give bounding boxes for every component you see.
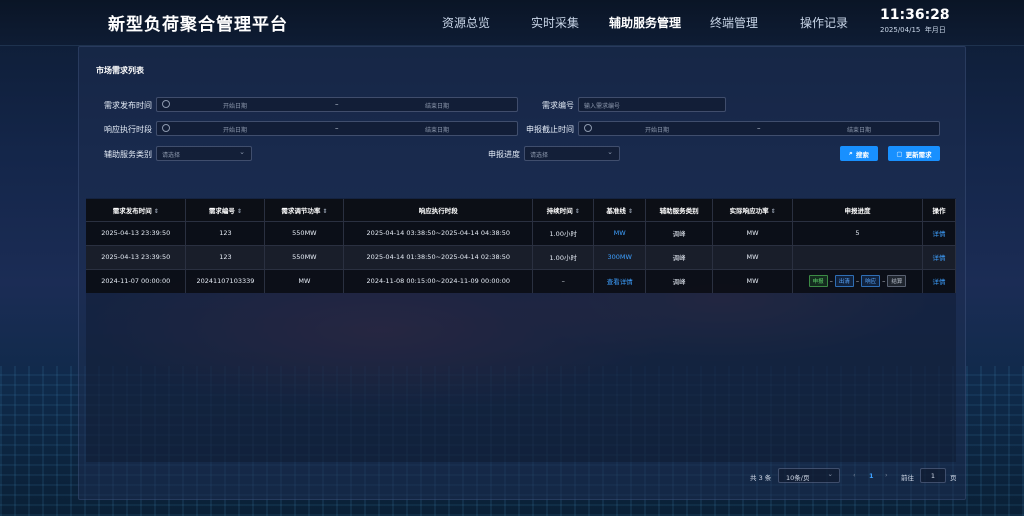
app-title: 新型负荷聚合管理平台: [108, 15, 288, 35]
step-settle: 结算: [887, 275, 907, 288]
page-unit-label: 页: [950, 474, 957, 482]
label-progress: 申报进度: [488, 150, 520, 159]
label-deadline: 申报截止时间: [526, 125, 574, 134]
release-time-range[interactable]: 开始日期 – 结束日期: [156, 97, 518, 112]
col-progress: 申报进度: [792, 199, 923, 221]
baseline-link[interactable]: MW: [593, 220, 647, 245]
progress-steps: 申报 – 出清 – 响应 – 结算: [792, 268, 923, 293]
label-exec-period: 响应执行时段: [104, 125, 152, 134]
table-row: 2025-04-13 23:39:50 123 550MW 2025-04-14…: [86, 244, 957, 269]
sort-icon: ⇕: [322, 207, 328, 215]
chevron-down-icon: ⌄: [239, 148, 245, 156]
chevron-down-icon: ⌄: [607, 148, 613, 156]
col-actual-power[interactable]: 实际响应功率 ⇕: [712, 199, 794, 221]
clock-date: 2025/04/15 年月日: [880, 26, 946, 34]
col-baseline[interactable]: 基准线 ⇕: [593, 199, 647, 221]
step-declare: 申报: [808, 275, 828, 288]
view-detail-link[interactable]: 查看详情: [593, 268, 647, 293]
sort-icon: ⇕: [574, 207, 580, 215]
refresh-icon: ▢: [896, 149, 903, 158]
total-count: 共 3 条: [750, 474, 772, 482]
goto-page-input[interactable]: 1: [920, 468, 946, 483]
goto-label: 前往: [901, 474, 914, 482]
col-duration[interactable]: 持续时间 ⇕: [532, 199, 595, 221]
detail-link[interactable]: 详情: [922, 220, 957, 245]
step-respond: 响应: [861, 275, 881, 288]
progress-select[interactable]: 请选择 ⌄: [524, 146, 620, 161]
page-number-1[interactable]: 1: [869, 472, 874, 480]
label-req-no: 需求编号: [542, 101, 574, 110]
label-release-time: 需求发布时间: [104, 101, 152, 110]
nav-operation-log[interactable]: 操作记录: [800, 14, 848, 31]
top-bar: 新型负荷聚合管理平台 资源总览 实时采集 辅助服务管理 终端管理 操作记录 11…: [0, 0, 1024, 46]
service-type-select[interactable]: 请选择 ⌄: [156, 146, 252, 161]
demand-table: 需求发布时间 ⇕ 需求编号 ⇕ 需求调节功率 ⇕ 响应执行时段 持续时间 ⇕ 基准线 ⇕ …: [86, 199, 957, 293]
calendar-icon: [584, 124, 592, 132]
prev-page-button[interactable]: ‹: [853, 471, 856, 479]
exec-period-range[interactable]: 开始日期 – 结束日期: [156, 121, 518, 136]
step-clear: 出清: [834, 275, 854, 288]
nav-terminal-manage[interactable]: 终端管理: [710, 14, 758, 31]
table-row: 2025-04-13 23:39:50 123 550MW 2025-04-14…: [86, 220, 957, 245]
req-no-input[interactable]: 输入需求编号: [578, 97, 726, 112]
page-size-select[interactable]: 10条/页 ⌄: [778, 468, 840, 483]
nav-ancillary-service[interactable]: 辅助服务管理: [609, 14, 681, 31]
sort-icon: ⇕: [770, 207, 776, 215]
calendar-icon: [162, 100, 170, 108]
deadline-range[interactable]: 开始日期 – 结束日期: [578, 121, 940, 136]
table-row: 2024-11-07 00:00:00 20241107103339 MW 20…: [86, 268, 957, 293]
nav-resource-overview[interactable]: 资源总览: [442, 14, 490, 31]
search-icon: ⌕: [849, 149, 853, 157]
sort-icon: ⇕: [627, 207, 633, 215]
sort-icon: ⇕: [236, 207, 242, 215]
sort-icon: ⇕: [153, 207, 159, 215]
refresh-demand-button[interactable]: ▢ 更新需求: [888, 146, 940, 161]
more-menu-icon[interactable]: ⋮: [936, 8, 947, 21]
col-service-type: 辅助服务类别: [645, 199, 714, 221]
col-operation: 操作: [922, 199, 957, 221]
col-release-time[interactable]: 需求发布时间 ⇕: [86, 199, 187, 221]
detail-link[interactable]: 详情: [922, 244, 957, 269]
baseline-link[interactable]: 300MW: [593, 244, 647, 269]
label-service-type: 辅助服务类别: [104, 150, 152, 159]
detail-link[interactable]: 详情: [922, 268, 957, 293]
col-exec-period: 响应执行时段: [343, 199, 534, 221]
next-page-button[interactable]: ›: [885, 471, 888, 479]
col-req-power[interactable]: 需求调节功率 ⇕: [264, 199, 345, 221]
table-header-row: 需求发布时间 ⇕ 需求编号 ⇕ 需求调节功率 ⇕ 响应执行时段 持续时间 ⇕ 基准线 ⇕ …: [86, 199, 957, 221]
search-button[interactable]: ⌕ 搜索: [840, 146, 878, 161]
nav-realtime-collect[interactable]: 实时采集: [531, 14, 579, 31]
section-title: 市场需求列表: [96, 66, 144, 75]
chevron-down-icon: ⌄: [827, 470, 833, 478]
calendar-icon: [162, 124, 170, 132]
col-req-no[interactable]: 需求编号 ⇕: [185, 199, 266, 221]
